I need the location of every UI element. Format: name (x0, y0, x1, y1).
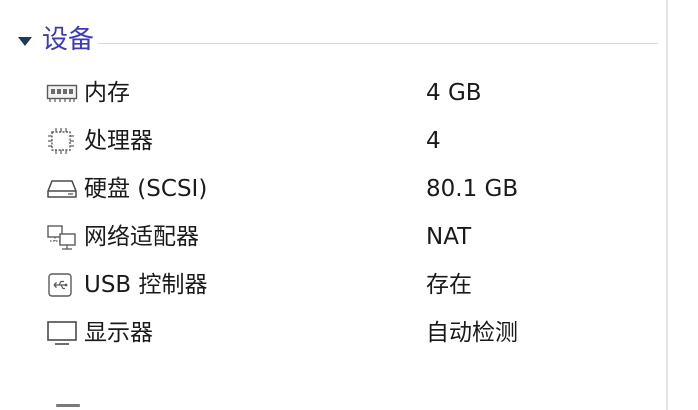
caret-down-icon[interactable] (18, 36, 32, 46)
usb-icon (46, 270, 84, 300)
device-label: 硬盘 (SCSI) (84, 175, 208, 202)
memory-icon (46, 78, 84, 108)
device-row-display[interactable]: 显示器 自动检测 (46, 309, 646, 357)
section-title: 设备 (42, 25, 95, 55)
clipped-next-section-glyph (56, 404, 80, 407)
device-value: NAT (426, 223, 472, 250)
device-row-usb-controller[interactable]: USB 控制器 存在 (46, 261, 646, 309)
device-label: 显示器 (84, 319, 153, 346)
device-row-network-adapter[interactable]: 网络适配器 NAT (46, 213, 646, 261)
device-value: 存在 (426, 271, 472, 298)
device-label: 内存 (84, 79, 130, 106)
hard-disk-icon (46, 174, 84, 204)
device-row-hard-disk[interactable]: 硬盘 (SCSI) 80.1 GB (46, 165, 646, 213)
device-row-processor[interactable]: 处理器 4 (46, 117, 646, 165)
adjacent-panel (668, 0, 698, 410)
device-label: 网络适配器 (84, 223, 199, 250)
device-label: 处理器 (84, 127, 153, 154)
device-list: 内存 4 GB 处理器 4 硬盘 (SCSI) 80.1 GB 网络适配器 NA… (46, 69, 646, 357)
devices-section-header[interactable]: 设备 (18, 22, 658, 58)
device-value: 4 GB (426, 79, 482, 106)
cpu-icon (46, 126, 84, 156)
device-value: 4 (426, 127, 441, 154)
device-row-memory[interactable]: 内存 4 GB (46, 69, 646, 117)
device-value: 自动检测 (426, 319, 518, 346)
device-label: USB 控制器 (84, 271, 208, 298)
device-value: 80.1 GB (426, 175, 519, 202)
section-divider (98, 42, 658, 44)
network-adapter-icon (46, 222, 84, 252)
display-icon (46, 318, 84, 348)
vm-details-panel: 设备 内存 4 GB 处理器 4 硬盘 (SCSI) 80.1 GB 网络适配器… (0, 0, 666, 410)
